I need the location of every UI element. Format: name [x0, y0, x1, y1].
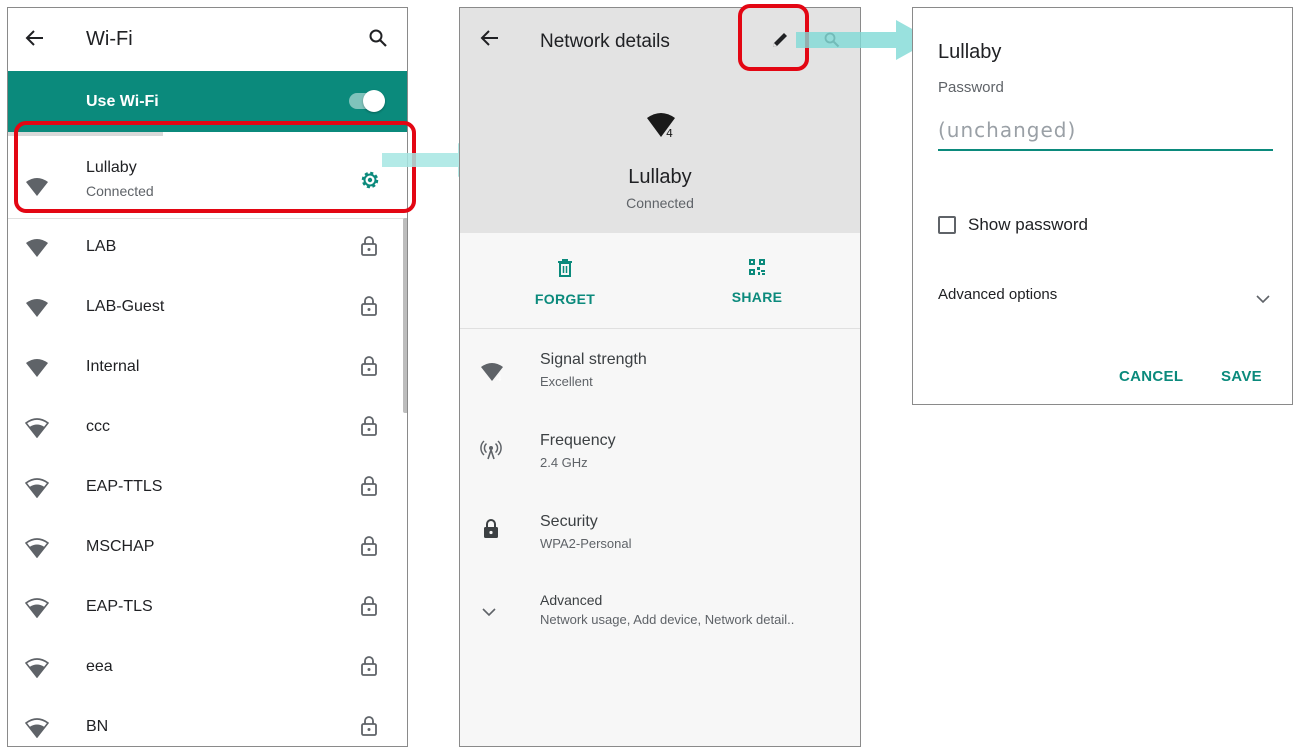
wifi-signal-icon: 4: [25, 358, 49, 380]
network-row[interactable]: 4 EAP-TTLS: [8, 458, 407, 518]
checkbox-box: [938, 216, 956, 234]
network-name: ccc: [86, 418, 110, 435]
wifi-signal-icon: 4: [24, 478, 50, 500]
chevron-down-icon: [482, 604, 496, 622]
network-name: eea: [86, 658, 113, 675]
svg-text:4: 4: [666, 127, 673, 138]
svg-text:4: 4: [41, 430, 47, 438]
network-row[interactable]: EAP-TLS: [8, 578, 407, 638]
network-row[interactable]: 4 ccc: [8, 398, 407, 458]
field-underline: [938, 149, 1273, 151]
edit-network-dialog: Lullaby Password (unchanged) Show passwo…: [912, 7, 1293, 405]
security-title: Security: [540, 513, 598, 530]
share-label: SHARE: [731, 289, 783, 305]
use-wifi-toggle[interactable]: [349, 90, 385, 112]
frequency-row: Frequency 2.4 GHz: [460, 429, 860, 489]
network-row[interactable]: 4 Internal: [8, 338, 407, 398]
security-value: WPA2-Personal: [540, 536, 632, 551]
network-name: LAB-Guest: [86, 298, 165, 315]
network-name: MSCHAP: [86, 538, 155, 555]
divider: [460, 328, 860, 329]
toggle-thumb: [363, 90, 385, 112]
svg-text:4: 4: [41, 370, 47, 378]
use-wifi-label: Use Wi-Fi: [86, 93, 159, 110]
network-row[interactable]: 4 MSCHAP: [8, 518, 407, 578]
share-button[interactable]: SHARE: [712, 258, 802, 308]
network-row[interactable]: 4 eea: [8, 638, 407, 698]
network-name: LAB: [86, 238, 117, 255]
lock-icon: [360, 295, 378, 317]
network-status: Connected: [626, 195, 694, 211]
cancel-button[interactable]: CANCEL: [1119, 368, 1183, 385]
lock-icon: [360, 235, 378, 257]
wifi-signal-icon: [24, 598, 50, 619]
security-row: Security WPA2-Personal: [460, 510, 860, 570]
network-name: EAP-TLS: [86, 598, 153, 615]
wifi-signal-icon: 4: [646, 112, 676, 143]
svg-text:4: 4: [41, 670, 47, 678]
qr-code-icon: [748, 258, 766, 281]
password-label: Password: [938, 79, 1004, 96]
signal-strength-row: 4 Signal strength Excellent: [460, 348, 860, 408]
wifi-signal-icon: 4: [24, 658, 50, 680]
lock-icon: [360, 655, 378, 677]
lock-icon: [360, 595, 378, 617]
advanced-title: Advanced: [540, 592, 603, 608]
advanced-row[interactable]: Advanced Network usage, Add device, Netw…: [460, 590, 860, 650]
wifi-signal-icon: 4: [25, 298, 49, 320]
lock-icon: [360, 355, 378, 377]
network-row[interactable]: 4 LAB-Guest: [8, 278, 407, 338]
forget-label: FORGET: [534, 291, 596, 307]
forget-button[interactable]: FORGET: [520, 258, 610, 308]
back-arrow-icon[interactable]: [25, 28, 45, 53]
page-title: Wi-Fi: [86, 28, 133, 50]
trash-icon: [556, 258, 574, 283]
advanced-options-label: Advanced options: [938, 286, 1058, 303]
password-placeholder: (unchanged): [938, 118, 1077, 142]
back-arrow-icon[interactable]: [480, 28, 500, 53]
show-password-label: Show password: [968, 215, 1089, 234]
dialog-title: Lullaby: [938, 41, 1002, 63]
svg-text:4: 4: [41, 550, 47, 558]
lock-icon: [360, 715, 378, 737]
search-icon[interactable]: [369, 29, 387, 52]
network-name: EAP-TTLS: [86, 478, 163, 495]
lock-icon: [360, 415, 378, 437]
advanced-value: Network usage, Add device, Network detai…: [540, 612, 795, 627]
antenna-icon: [480, 439, 502, 466]
svg-text:4: 4: [41, 250, 47, 258]
frequency-value: 2.4 GHz: [540, 455, 588, 470]
signal-title: Signal strength: [540, 351, 647, 368]
wifi-signal-icon: 4: [480, 362, 504, 387]
svg-text:4: 4: [496, 374, 502, 382]
wifi-signal-icon: 4: [24, 418, 50, 440]
password-field[interactable]: (unchanged): [938, 114, 1273, 152]
show-password-checkbox[interactable]: Show password: [938, 214, 1138, 240]
scrollbar[interactable]: [403, 218, 407, 413]
network-row[interactable]: 4 LAB: [8, 218, 407, 278]
page-title: Network details: [540, 31, 670, 52]
advanced-options-row[interactable]: Advanced options: [938, 283, 1273, 311]
save-button[interactable]: SAVE: [1221, 368, 1262, 385]
highlight-box: [14, 121, 416, 213]
wifi-list-screen: Wi-Fi Use Wi-Fi 4 Lullaby Connected 4 LA…: [7, 7, 408, 747]
signal-value: Excellent: [540, 374, 593, 389]
svg-text:4: 4: [41, 310, 47, 318]
lock-icon: [360, 475, 378, 497]
wifi-signal-icon: [24, 718, 50, 739]
network-name: Lullaby: [628, 166, 692, 188]
svg-text:4: 4: [41, 490, 47, 498]
network-name: BN: [86, 718, 109, 735]
network-details-screen: Network details 4 Lullaby Connected FORG…: [459, 7, 861, 747]
chevron-down-icon: [1256, 291, 1270, 309]
lock-icon: [483, 519, 499, 544]
network-row[interactable]: BN: [8, 698, 407, 746]
wifi-signal-icon: 4: [24, 538, 50, 560]
wifi-signal-icon: 4: [25, 238, 49, 260]
lock-icon: [360, 535, 378, 557]
network-name: Internal: [86, 358, 140, 375]
frequency-title: Frequency: [540, 432, 616, 449]
